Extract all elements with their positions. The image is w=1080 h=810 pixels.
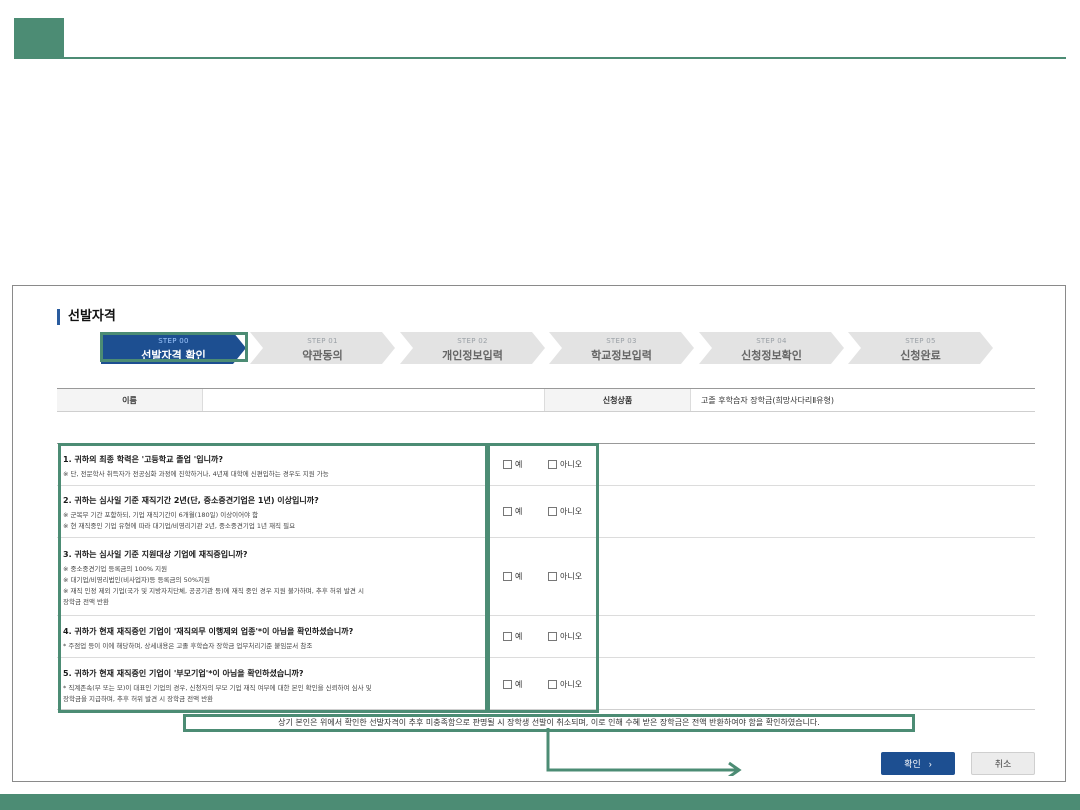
step-5: STEP 05 신청완료 — [848, 332, 993, 364]
step-4: STEP 04 신청정보확인 — [699, 332, 844, 364]
questions-highlight-box — [58, 443, 488, 713]
chevron-right-icon: › — [928, 758, 932, 769]
step-3-number: STEP 03 — [606, 337, 637, 345]
name-value — [203, 389, 545, 411]
options-highlight-box — [487, 443, 599, 713]
product-label: 신청상품 — [545, 389, 691, 411]
step-2-label: 개인정보입력 — [442, 349, 503, 362]
confirm-button-label: 확인 — [904, 759, 921, 769]
step-3: STEP 03 학교정보입력 — [549, 332, 694, 364]
active-step-highlight-box — [100, 332, 248, 362]
confirm-button[interactable]: 확인 › — [881, 752, 955, 775]
step-2-number: STEP 02 — [457, 337, 488, 345]
step-1-label: 약관동의 — [302, 349, 343, 362]
step-1: STEP 01 약관동의 — [250, 332, 395, 364]
step-4-label: 신청정보확인 — [741, 349, 802, 362]
footer-bar — [0, 794, 1080, 810]
section-title: 선발자격 — [57, 309, 116, 325]
applicant-info-table: 이름 신청상품 고졸 후학습자 장학금(희망사다리Ⅱ유형) — [57, 388, 1035, 412]
arrow-to-confirm-icon — [546, 728, 742, 776]
step-3-label: 학교정보입력 — [591, 349, 652, 362]
step-5-number: STEP 05 — [905, 337, 936, 345]
cancel-button[interactable]: 취소 — [971, 752, 1035, 775]
step-5-label: 신청완료 — [900, 349, 941, 362]
header-corner-square — [14, 18, 64, 58]
step-2: STEP 02 개인정보입력 — [400, 332, 545, 364]
product-value: 고졸 후학습자 장학금(희망사다리Ⅱ유형) — [701, 395, 835, 405]
step-4-number: STEP 04 — [756, 337, 787, 345]
name-label: 이름 — [57, 389, 203, 411]
step-1-number: STEP 01 — [307, 337, 338, 345]
header-divider — [14, 57, 1066, 59]
